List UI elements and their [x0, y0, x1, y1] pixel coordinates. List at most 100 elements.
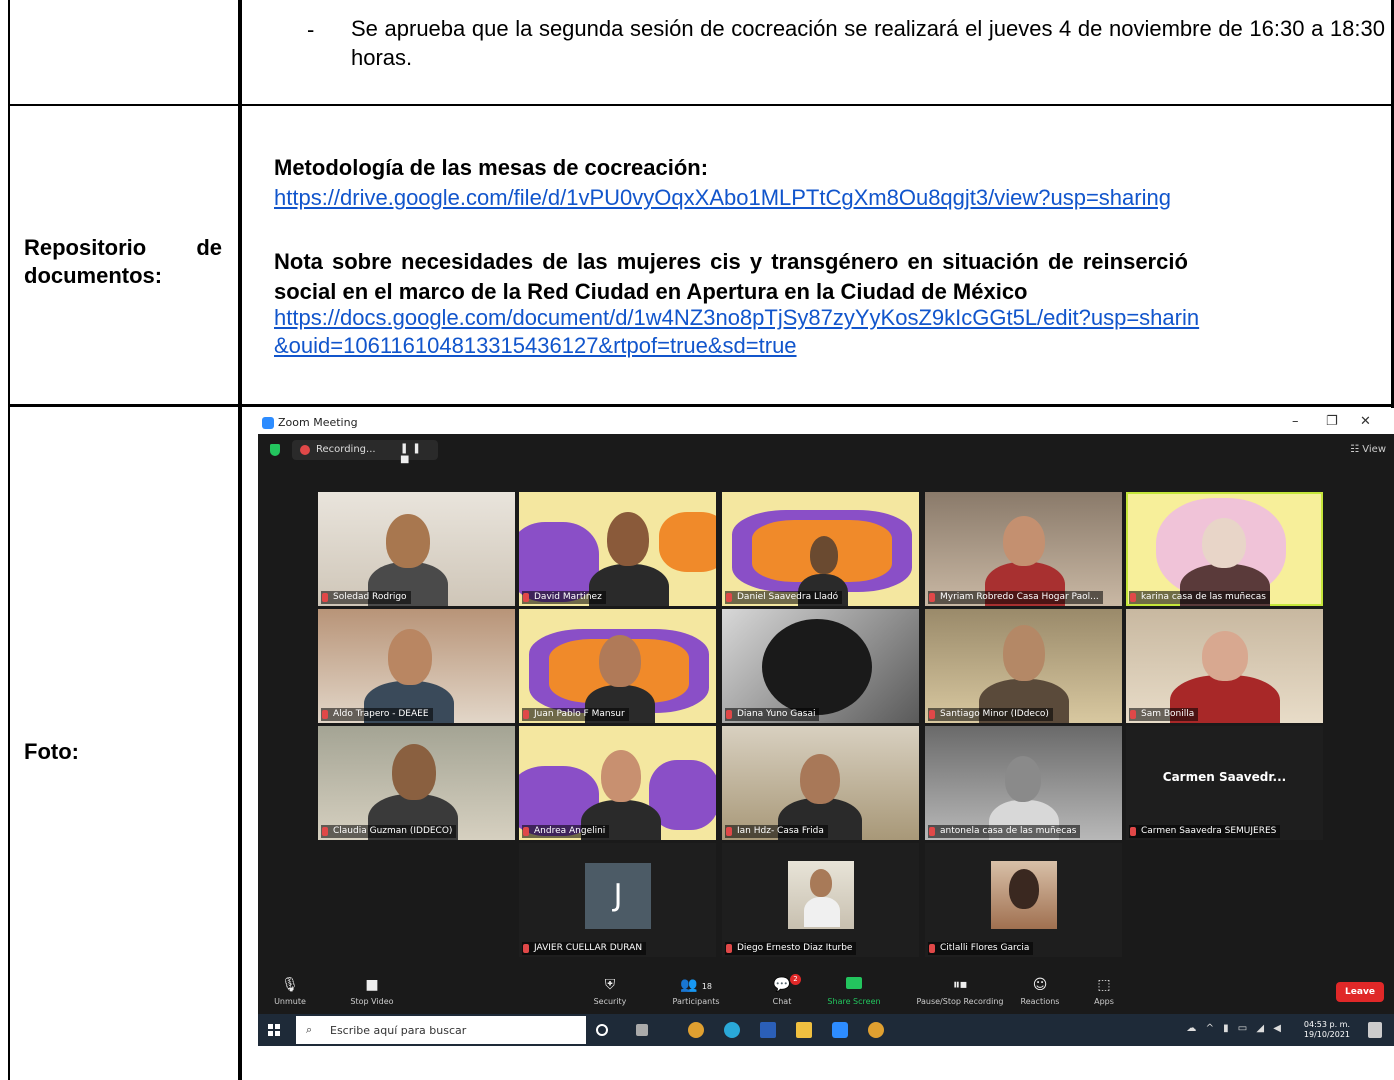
muted-mic-icon [726, 827, 732, 836]
participant-tile: Ian Hdz- Casa Frida [722, 726, 919, 840]
stop-video-label: Stop Video [350, 997, 394, 1006]
file-explorer-icon[interactable] [796, 1022, 812, 1038]
security-button[interactable]: ⛨ Security [570, 976, 650, 1006]
participant-name: Aldo Trapero - DEAEE [321, 708, 433, 721]
security-shield-icon[interactable] [270, 444, 280, 456]
taskbar-search-input[interactable]: ⌕ Escribe aquí para buscar [296, 1016, 586, 1044]
participant-head [599, 635, 641, 687]
zoom-taskbar-icon[interactable] [832, 1022, 848, 1038]
table-border-left [8, 0, 10, 1080]
participants-button[interactable]: 👥 18 Participants [656, 976, 736, 1006]
participant-name: Myriam Robredo Casa Hogar Paol... [928, 591, 1103, 604]
edge-icon[interactable] [724, 1022, 740, 1038]
zoom-titlebar: Zoom Meeting – ❐ ✕ [258, 412, 1394, 434]
cortana-icon[interactable] [596, 1024, 608, 1036]
participant-head [1202, 518, 1246, 568]
participant-name: Sam Bonilla [1129, 708, 1199, 721]
participant-head [607, 512, 649, 566]
zoom-meeting-screenshot: Zoom Meeting – ❐ ✕ Recording... ❚❚ ■ ☷ V… [258, 412, 1394, 1046]
participant-name: Claudia Guzman (IDDECO) [321, 825, 457, 838]
participant-head [388, 629, 432, 685]
muted-mic-icon [929, 593, 935, 602]
view-button[interactable]: ☷ View [1350, 444, 1386, 455]
stop-video-button[interactable]: ■ Stop Video [332, 976, 412, 1006]
participant-tile: Diego Ernesto Diaz Iturbe [722, 843, 919, 957]
participant-tile: karina casa de las muñecas [1126, 492, 1323, 606]
apps-button[interactable]: ⬚ Apps [1064, 976, 1144, 1006]
participant-display-name: Carmen Saavedr... [1162, 770, 1287, 784]
participant-tile: Myriam Robredo Casa Hogar Paol... [925, 492, 1122, 606]
table-row-divider-2 [8, 404, 1394, 407]
participant-head [392, 744, 436, 800]
participant-head [1202, 631, 1248, 681]
unmute-button[interactable]: 🎙 Unmute [258, 976, 330, 1006]
search-placeholder: Escribe aquí para buscar [330, 1024, 467, 1037]
taskbar-clock[interactable]: 04:53 p. m. 19/10/2021 [1304, 1020, 1350, 1040]
pause-recording-label: Pause/Stop Recording [916, 997, 1004, 1006]
participant-tile: Sam Bonilla [1126, 609, 1323, 723]
security-label: Security [593, 997, 627, 1006]
recording-label: Recording... [316, 444, 376, 455]
doc2-link-line2[interactable]: &ouid=106116104813315436127&rtpof=true&s… [274, 332, 797, 359]
system-tray-icons[interactable]: ☁ ^ ▮ ▭ ◢ ◀ [1186, 1023, 1284, 1034]
participant-head [800, 754, 840, 804]
pause-recording-button[interactable]: ⏸⏹ Pause/Stop Recording [910, 976, 1010, 1006]
windows-start-icon[interactable] [268, 1024, 280, 1036]
doc2-link-line1[interactable]: https://docs.google.com/document/d/1w4NZ… [274, 304, 1199, 331]
participant-tile: Andrea Angelini [519, 726, 716, 840]
leave-button[interactable]: Leave [1336, 982, 1384, 1002]
participant-tile: Daniel Saavedra Lladó [722, 492, 919, 606]
background-shape [659, 512, 716, 572]
list-bullet: - [307, 17, 315, 42]
task-view-icon[interactable] [636, 1024, 648, 1036]
participant-tile: Claudia Guzman (IDDECO) [318, 726, 515, 840]
repository-label-line1: Repositorio de [24, 235, 222, 260]
muted-mic-icon [322, 593, 328, 602]
photo-label: Foto: [24, 739, 79, 764]
shield-icon: ⛨ [604, 977, 616, 993]
muted-mic-icon [726, 944, 732, 953]
participant-tile: Carmen Saavedr... Carmen Saavedra SEMUJE… [1126, 726, 1323, 840]
repository-cell: Metodología de las mesas de cocreación: … [274, 110, 1394, 400]
muted-mic-icon [322, 827, 328, 836]
unmute-label: Unmute [274, 997, 306, 1006]
share-screen-button[interactable]: Share Screen [814, 976, 894, 1006]
muted-mic-icon [523, 710, 529, 719]
doc2-title-line1: Nota sobre necesidades de las mujeres ci… [274, 249, 1188, 274]
pause-stop-icon: ⏸⏹ [953, 977, 967, 993]
participant-figure [804, 897, 840, 927]
meeting-toolbar: 🎙 Unmute ■ Stop Video ⛨ Security 👥 18 Pa… [258, 970, 1394, 1014]
participant-tile: Soledad Rodrigo [318, 492, 515, 606]
chrome-icon-2[interactable] [868, 1022, 884, 1038]
participants-count: 18 [701, 982, 713, 991]
minimize-icon[interactable]: – [1292, 414, 1299, 429]
notifications-icon[interactable] [1368, 1022, 1382, 1038]
recording-dot-icon [300, 445, 310, 455]
muted-mic-icon [523, 593, 529, 602]
apps-label: Apps [1094, 997, 1114, 1006]
recording-controls[interactable]: ❚❚ ■ [400, 443, 438, 465]
video-camera-icon: ■ [365, 977, 379, 993]
participant-name: Soledad Rodrigo [321, 591, 411, 604]
chrome-icon[interactable] [688, 1022, 704, 1038]
participant-name: Carmen Saavedra SEMUJERES [1129, 825, 1281, 838]
close-icon[interactable]: ✕ [1360, 414, 1371, 429]
muted-mic-icon [523, 944, 529, 953]
chat-button[interactable]: 💬 2 Chat [742, 974, 822, 1006]
background-shape [519, 522, 599, 602]
muted-mic-icon [929, 827, 935, 836]
doc1-link[interactable]: https://drive.google.com/file/d/1vPU0vyO… [274, 184, 1171, 211]
word-icon[interactable] [760, 1022, 776, 1038]
restore-icon[interactable]: ❐ [1326, 414, 1338, 429]
participant-head [1003, 625, 1045, 681]
muted-mic-icon [726, 593, 732, 602]
search-icon: ⌕ [306, 1023, 313, 1036]
participant-name: Diana Yuno Gasai [725, 708, 820, 721]
muted-mic-icon [1130, 710, 1136, 719]
participant-name: Diego Ernesto Diaz Iturbe [725, 942, 857, 955]
participant-name: Andrea Angelini [522, 825, 610, 838]
muted-mic-icon [523, 827, 529, 836]
participant-name: karina casa de las muñecas [1129, 591, 1270, 604]
participant-tile: Aldo Trapero - DEAEE [318, 609, 515, 723]
participant-head [1005, 756, 1041, 802]
